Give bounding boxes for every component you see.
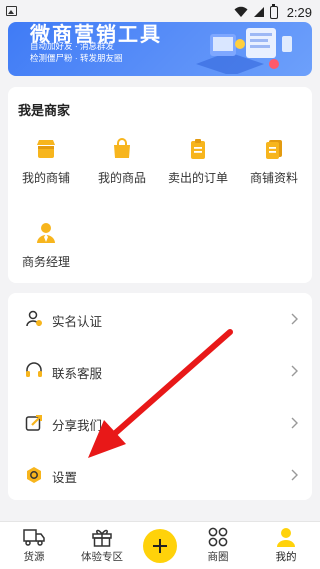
status-bar: 2:29	[0, 0, 320, 24]
tab-label: 我的	[275, 551, 297, 563]
add-button[interactable]	[143, 529, 177, 563]
merchant-item-label: 商铺资料	[249, 171, 298, 185]
share-icon	[25, 415, 42, 431]
settings-menu: 实名认证 联系客服 分享我们 设置	[8, 293, 312, 500]
tab-label: 商圈	[207, 551, 229, 563]
tab-supply[interactable]: 货源	[2, 522, 66, 569]
merchant-item-my-products[interactable]: 我的商品	[84, 137, 160, 186]
menu-item-settings[interactable]: 设置	[8, 449, 312, 501]
merchant-item-label: 商务经理	[21, 255, 70, 269]
chevron-right-icon	[291, 469, 298, 481]
merchant-section-title: 我是商家	[18, 103, 71, 118]
status-time: 2:29	[286, 4, 312, 20]
tab-business-circle[interactable]: 商圈	[186, 522, 250, 569]
battery-icon	[269, 3, 278, 19]
shop-icon	[37, 140, 55, 158]
document-icon	[266, 140, 282, 159]
chevron-right-icon	[291, 417, 298, 429]
chevron-right-icon	[291, 313, 298, 325]
status-icons: 2:29	[234, 3, 312, 21]
menu-item-label: 联系客服	[52, 367, 103, 381]
merchant-item-label: 卖出的订单	[167, 171, 228, 185]
chevron-right-icon	[291, 365, 298, 377]
menu-item-label: 设置	[52, 471, 78, 485]
tab-experience-zone[interactable]: 体验专区	[70, 522, 134, 569]
menu-item-label: 分享我们	[52, 419, 103, 433]
merchant-section: 我是商家 我的商铺 我的商品 卖出的订单 商铺资料 商务经理	[8, 87, 312, 283]
banner-line-2: 检测僵尸粉 · 转发朋友圈	[30, 53, 123, 63]
menu-item-real-name-verification[interactable]: 实名认证	[8, 293, 312, 345]
truck-icon	[23, 529, 45, 546]
order-clipboard-icon	[191, 139, 205, 159]
tab-label: 体验专区	[81, 551, 123, 563]
merchant-item-label: 我的商铺	[21, 171, 70, 185]
grid-circles-icon	[208, 527, 228, 547]
headset-icon	[26, 362, 42, 377]
merchant-item-label: 我的商品	[97, 171, 146, 185]
promo-banner[interactable]: 微商营销工具 自动加好友 · 消息群发 检测僵尸粉 · 转发朋友圈	[8, 22, 312, 76]
bottom-tab-bar: 货源 体验专区 商圈 我的	[0, 521, 320, 569]
merchant-item-sold-orders[interactable]: 卖出的订单	[160, 137, 236, 186]
user-icon	[277, 528, 295, 547]
merchant-item-business-manager[interactable]: 商务经理	[8, 221, 84, 270]
menu-item-contact-support[interactable]: 联系客服	[8, 345, 312, 397]
tab-label: 货源	[23, 551, 45, 563]
settings-gear-icon	[27, 467, 41, 483]
merchant-item-shop-info[interactable]: 商铺资料	[236, 137, 312, 186]
shopping-bag-icon	[114, 138, 130, 158]
tab-mine[interactable]: 我的	[254, 522, 318, 569]
gift-icon	[92, 529, 112, 547]
verify-user-icon	[26, 310, 42, 327]
wifi-icon	[234, 6, 248, 17]
banner-line-1: 自动加好友 · 消息群发	[30, 41, 115, 51]
menu-item-label: 实名认证	[52, 315, 103, 329]
image-notification-icon	[6, 6, 17, 16]
manager-icon	[37, 223, 55, 243]
banner-illustration	[196, 28, 292, 74]
menu-item-share-us[interactable]: 分享我们	[8, 397, 312, 449]
merchant-item-my-shop[interactable]: 我的商铺	[8, 137, 84, 186]
cellular-signal-icon	[253, 7, 264, 17]
